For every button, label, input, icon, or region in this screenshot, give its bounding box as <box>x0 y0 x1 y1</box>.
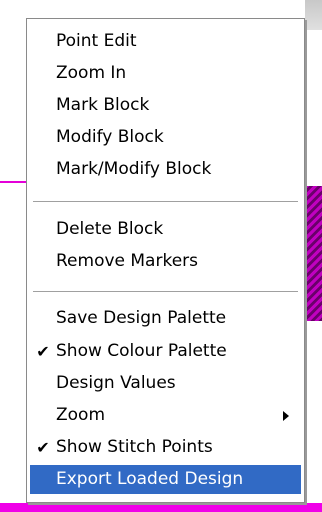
menu-item-label: Design Values <box>56 373 176 393</box>
menu-item-label: Zoom <box>56 405 106 425</box>
menu-item-label: Show Colour Palette <box>56 341 227 361</box>
menu-item-label: Modify Block <box>56 127 164 147</box>
context-menu: Point Edit Zoom In Mark Block Modify Blo… <box>26 18 305 503</box>
menu-item-point-edit[interactable]: Point Edit <box>30 27 301 56</box>
menu-item-label: Mark/Modify Block <box>56 159 212 179</box>
menu-item-label: Remove Markers <box>56 251 199 271</box>
menu-item-export-loaded-design[interactable]: Export Loaded Design <box>30 465 301 494</box>
menu-item-mark-modify-block[interactable]: Mark/Modify Block <box>30 155 301 184</box>
design-stitch-line <box>0 181 26 183</box>
submenu-arrow-icon <box>283 411 289 421</box>
checkmark-icon: ✔ <box>36 342 50 361</box>
menu-item-show-colour-palette[interactable]: ✔ Show Colour Palette <box>30 337 301 366</box>
menu-item-label: Zoom In <box>56 63 127 83</box>
design-fragment-bottom <box>0 503 322 512</box>
menu-item-mark-block[interactable]: Mark Block <box>30 91 301 120</box>
menu-item-save-design-palette[interactable]: Save Design Palette <box>30 304 301 333</box>
menu-item-zoom-in[interactable]: Zoom In <box>30 59 301 88</box>
menu-item-label: Mark Block <box>56 95 150 115</box>
menu-separator <box>33 291 298 293</box>
menu-item-modify-block[interactable]: Modify Block <box>30 123 301 152</box>
menu-item-label: Delete Block <box>56 219 164 239</box>
menu-item-remove-markers[interactable]: Remove Markers <box>30 247 301 276</box>
menu-item-label: Export Loaded Design <box>56 469 244 489</box>
menu-item-zoom[interactable]: Zoom <box>30 401 301 430</box>
menu-item-label: Point Edit <box>56 31 137 51</box>
menu-item-delete-block[interactable]: Delete Block <box>30 215 301 244</box>
menu-item-label: Show Stitch Points <box>56 437 213 457</box>
workspace-edge <box>305 0 322 30</box>
menu-item-show-stitch-points[interactable]: ✔ Show Stitch Points <box>30 433 301 462</box>
menu-item-label: Save Design Palette <box>56 308 227 328</box>
design-fragment <box>305 186 322 321</box>
menu-separator <box>33 201 298 203</box>
menu-item-design-values[interactable]: Design Values <box>30 369 301 398</box>
checkmark-icon: ✔ <box>36 438 50 457</box>
